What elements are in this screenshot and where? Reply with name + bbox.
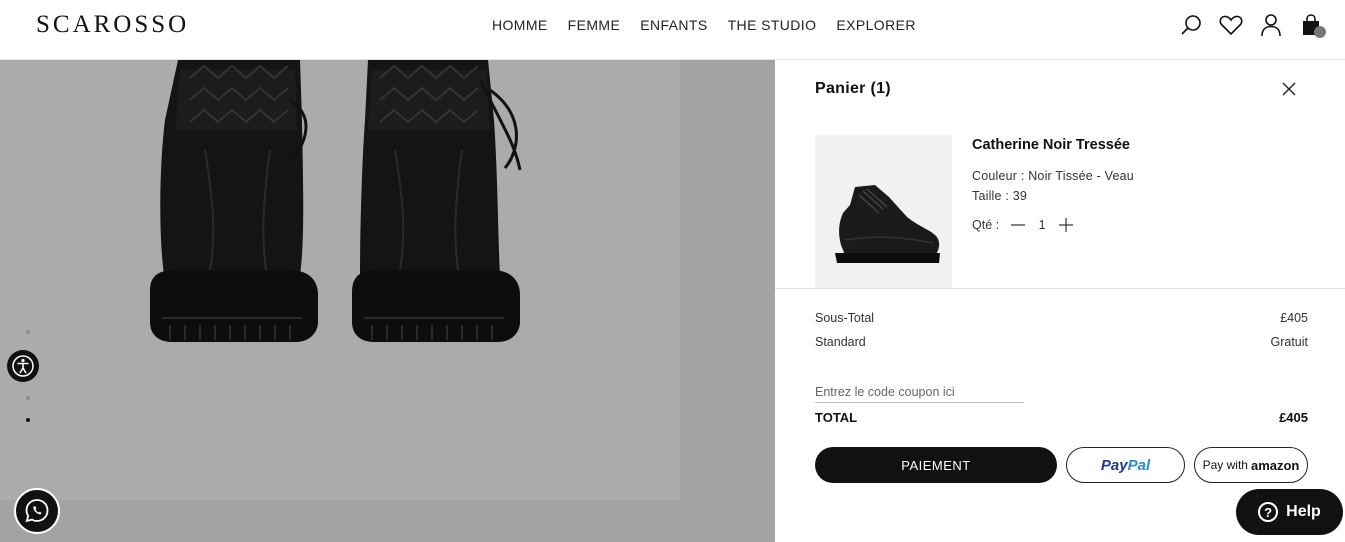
header-icons [1179, 12, 1326, 38]
qty-label: Qté : [972, 218, 1000, 232]
help-label: Help [1286, 503, 1321, 520]
coupon-input[interactable] [815, 382, 1024, 403]
gallery-dot[interactable] [26, 330, 30, 334]
nav-item-homme[interactable]: HOMME [492, 17, 548, 33]
amazon-pay-prefix: Pay with [1202, 458, 1248, 472]
cart-item-name[interactable]: Catherine Noir Tressée [972, 137, 1130, 153]
paypal-logo-pal: Pal [1127, 456, 1151, 474]
total-row: TOTAL £405 [815, 410, 1308, 425]
cart-item-size: Taille : 39 [972, 189, 1028, 203]
cart-divider [775, 288, 1345, 289]
gallery-background [680, 60, 775, 500]
cart-drawer: Panier (1) Catherine Noir Tressée Couleu… [775, 60, 1345, 542]
subtotal-row: Sous-Total £405 [815, 311, 1308, 325]
subtotal-label: Sous-Total [815, 311, 875, 325]
search-icon[interactable] [1179, 12, 1203, 38]
amazon-logo: amazon [1250, 457, 1300, 473]
nav-item-femme[interactable]: FEMME [568, 17, 621, 33]
cart-item-image[interactable] [815, 135, 952, 288]
paypal-logo-pay: Pay [1100, 456, 1128, 474]
total-value: £405 [1279, 410, 1308, 425]
cart-title: Panier (1) [815, 80, 891, 97]
gallery-background-bottom [0, 500, 775, 542]
brand-logo[interactable]: SCAROSSO [36, 11, 189, 39]
shipping-row: Standard Gratuit [815, 335, 1308, 349]
shipping-label: Standard [815, 335, 866, 349]
bag-count-badge [1314, 26, 1326, 38]
gallery-dot-active[interactable] [26, 418, 30, 422]
gallery-dot[interactable] [26, 396, 30, 400]
whatsapp-icon[interactable] [14, 488, 60, 534]
cart-item-color: Couleur : Noir Tissée - Veau [972, 169, 1134, 183]
product-photo [0, 60, 680, 500]
nav-item-explorer[interactable]: EXPLORER [836, 17, 915, 33]
plus-icon[interactable] [1059, 218, 1074, 232]
help-icon: ? [1258, 502, 1279, 522]
product-gallery-overlay[interactable] [0, 60, 775, 542]
qty-value: 1 [1038, 218, 1046, 232]
close-icon[interactable] [1281, 81, 1297, 97]
site-header: SCAROSSO HOMME FEMME ENFANTS THE STUDIO … [0, 0, 1345, 60]
help-button[interactable]: ? Help [1236, 489, 1343, 535]
minus-icon[interactable] [1011, 218, 1026, 232]
amazon-pay-button[interactable]: Pay with amazon [1194, 447, 1308, 483]
bag-icon[interactable] [1299, 12, 1326, 38]
total-label: TOTAL [815, 410, 858, 425]
paypal-button[interactable]: Pay Pal [1066, 447, 1185, 483]
quantity-stepper: Qté : 1 [972, 218, 1074, 232]
subtotal-value: £405 [1280, 311, 1308, 325]
heart-icon[interactable] [1219, 12, 1243, 38]
accessibility-icon[interactable] [7, 350, 39, 382]
main-nav: HOMME FEMME ENFANTS THE STUDIO EXPLORER [492, 17, 916, 33]
shipping-value: Gratuit [1270, 335, 1308, 349]
user-icon[interactable] [1259, 12, 1283, 38]
nav-item-the-studio[interactable]: THE STUDIO [728, 17, 817, 33]
checkout-button[interactable]: PAIEMENT [815, 447, 1057, 483]
nav-item-enfants[interactable]: ENFANTS [640, 17, 707, 33]
